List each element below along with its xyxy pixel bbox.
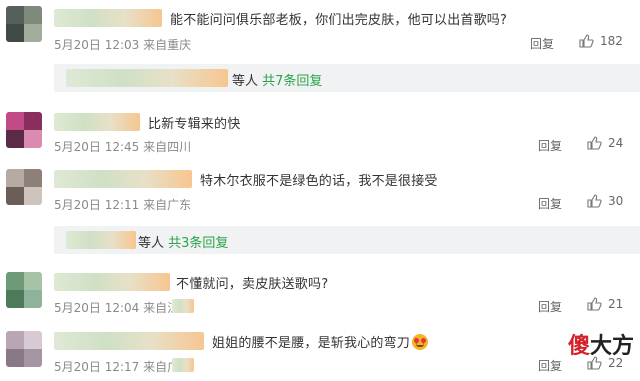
sub-replies-box[interactable]: 等人 共3条回复 [54,226,640,254]
reply-button[interactable]: 回复 [538,137,562,154]
like-button[interactable]: 24 [586,135,623,151]
comment-meta: 5月20日 12:04 来自江苏 [54,299,191,316]
thumbs-up-icon [587,136,602,150]
like-count: 21 [608,297,624,311]
reply-button[interactable]: 回复 [538,195,562,212]
username-blurred-tail [172,358,194,372]
sub-reply-summary[interactable]: 等人 共3条回复 [138,232,228,251]
comment-text: 能不能问问俱乐部老板，你们出完皮肤，他可以出首歌吗? [170,13,508,28]
username-blurred[interactable] [54,273,170,291]
comment-location: 来自广东 [143,198,192,212]
comment-date: 5月20日 12:04 [54,301,140,315]
more-replies-link[interactable]: 共7条回复 [262,74,322,89]
username-blurred[interactable] [54,113,140,131]
like-button[interactable]: 21 [586,296,623,312]
comment-meta: 5月20日 12:03 来自重庆 [54,36,191,53]
heart-eyes-emoji-icon [412,334,429,350]
sub-reply-users-blurred [66,231,136,249]
watermark-logo: 傻大方 [567,334,634,359]
comment-meta: 5月20日 12:17 来自广东 [54,358,191,375]
sub-reply-users-blurred [66,69,228,87]
like-button[interactable]: 30 [586,193,623,209]
comment-date: 5月20日 12:03 [54,38,140,52]
username-blurred[interactable] [54,9,162,27]
comment-location: 来自重庆 [143,38,192,52]
comment-location: 来自四川 [143,140,192,154]
comment-item: 特木尔衣服不是绿色的话，我不是很接受 5月20日 12:11 来自广东 回复 3… [0,165,640,220]
thumbs-up-icon [579,34,594,48]
comment-text: 特木尔衣服不是绿色的话，我不是很接受 [200,174,438,189]
reply-button[interactable]: 回复 [538,357,562,374]
comment-meta: 5月20日 12:11 来自广东 [54,196,191,213]
more-replies-link[interactable]: 共3条回复 [168,236,228,251]
comment-item: 不懂就问，卖皮肤送歌吗? 5月20日 12:04 来自江苏 回复 21 [0,268,640,320]
comment-text: 不懂就问，卖皮肤送歌吗? [176,277,329,292]
username-blurred-tail [172,299,194,313]
like-count: 30 [608,194,624,208]
thumbs-up-icon [587,297,602,311]
avatar[interactable] [6,272,42,308]
comment-date: 5月20日 12:17 [54,360,140,374]
username-blurred[interactable] [54,332,204,350]
like-count: 182 [600,34,623,48]
reply-button[interactable]: 回复 [538,298,562,315]
comment-item: 能不能问问俱乐部老板，你们出完皮肤，他可以出首歌吗? 5月20日 12:03 来… [0,0,640,60]
like-count: 24 [608,136,624,150]
sub-replies-box[interactable]: 等人 共7条回复 [54,64,640,92]
username-blurred[interactable] [54,170,192,188]
comment-date: 5月20日 12:11 [54,198,140,212]
avatar[interactable] [6,331,42,367]
avatar[interactable] [6,6,42,42]
comment-date: 5月20日 12:45 [54,140,140,154]
avatar[interactable] [6,169,42,205]
like-button[interactable]: 182 [578,33,623,49]
comment-text: 比新专辑来的快 [148,117,241,132]
comment-item: 姐姐的腰不是腰，是斩我心的弯刀 5月20日 12:17 来自广东 回复 22 [0,326,640,381]
comment-text: 姐姐的腰不是腰，是斩我心的弯刀 [212,332,429,351]
sub-reply-summary[interactable]: 等人 共7条回复 [232,70,322,89]
comment-meta: 5月20日 12:45 来自四川 [54,138,191,155]
comment-item: 比新专辑来的快 5月20日 12:45 来自四川 回复 24 [0,108,640,160]
thumbs-up-icon [587,194,602,208]
avatar[interactable] [6,112,42,148]
reply-button[interactable]: 回复 [530,35,554,52]
